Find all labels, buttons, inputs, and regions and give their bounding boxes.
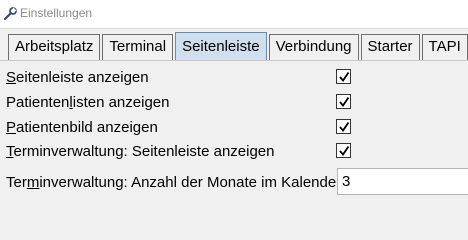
tab-verbindung[interactable]: Verbindung [268, 34, 359, 60]
tab-tapi[interactable]: TAPI [421, 34, 468, 60]
checkmark-icon [339, 71, 350, 82]
show-patient-lists-label: Patientenlisten anzeigen [6, 94, 170, 111]
tab-terminal[interactable]: Terminal [102, 34, 174, 60]
appointment-sidebar-checkbox[interactable] [336, 143, 351, 158]
window-title: Einstellungen [20, 6, 93, 20]
checkmark-icon [339, 96, 350, 107]
months-in-calendar-label: Terminverwaltung: Anzahl der Monate im K… [6, 174, 342, 191]
show-sidebar-checkbox[interactable] [336, 69, 351, 84]
tab-bar: Arbeitsplatz Terminal Seitenleiste Verbi… [8, 32, 468, 60]
months-in-calendar-input[interactable]: 3 [337, 168, 468, 195]
checkmark-icon [339, 121, 350, 132]
show-patient-image-checkbox[interactable] [336, 119, 351, 134]
wrench-icon [3, 7, 17, 21]
show-sidebar-label: Seitenleiste anzeigen [6, 69, 149, 86]
show-patient-lists-checkbox[interactable] [336, 94, 351, 109]
tab-seitenleiste[interactable]: Seitenleiste [175, 32, 267, 60]
appointment-sidebar-label: Terminverwaltung: Seitenleiste anzeigen [6, 143, 275, 160]
tab-starter[interactable]: Starter [360, 34, 420, 60]
title-bar: Einstellungen [0, 0, 468, 29]
show-patient-image-label: Patientenbild anzeigen [6, 119, 158, 136]
tab-panel-border [0, 60, 468, 61]
checkmark-icon [339, 145, 350, 156]
tab-arbeitsplatz[interactable]: Arbeitsplatz [8, 34, 101, 60]
